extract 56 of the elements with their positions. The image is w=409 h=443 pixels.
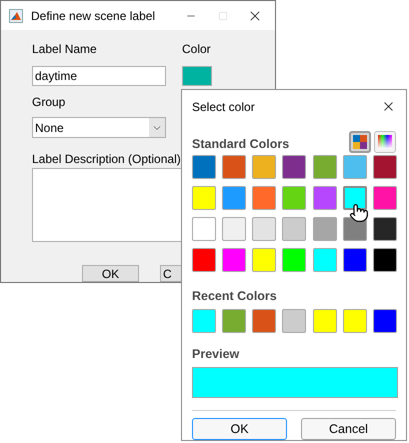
color-swatch[interactable]	[372, 309, 397, 334]
field-label: Label Description (Optional)	[32, 151, 181, 168]
color-swatch[interactable]	[312, 155, 337, 180]
mode-button[interactable]	[374, 131, 396, 154]
color-swatch[interactable]	[192, 309, 216, 334]
color-swatch[interactable]	[222, 186, 246, 210]
field-label: Label Name	[32, 41, 98, 58]
color-swatch[interactable]	[252, 186, 276, 210]
mode-button[interactable]	[349, 131, 371, 154]
color-swatch[interactable]	[222, 309, 246, 334]
color-swatch[interactable]	[372, 186, 397, 210]
hand-cursor-icon	[349, 203, 369, 223]
color-swatch[interactable]	[252, 248, 276, 272]
color-swatch[interactable]	[282, 248, 306, 272]
color-swatch[interactable]	[282, 309, 306, 334]
field-label: Color	[182, 41, 212, 58]
color-swatch[interactable]	[312, 309, 337, 334]
color-swatch[interactable]	[342, 309, 367, 334]
field-label: Group	[32, 94, 66, 112]
dialog-button[interactable]: Cancel	[301, 418, 396, 440]
color-swatch[interactable]	[282, 217, 306, 242]
color-swatch[interactable]	[192, 217, 216, 242]
color-swatch[interactable]	[372, 155, 397, 180]
color-swatch[interactable]	[252, 155, 276, 180]
color-swatch[interactable]	[252, 309, 276, 334]
dialog-button[interactable]: OK	[82, 265, 139, 282]
app-icon	[9, 8, 23, 23]
color-swatch[interactable]	[312, 186, 337, 210]
color-button[interactable]	[182, 66, 212, 86]
color-swatch[interactable]	[192, 186, 216, 210]
section-label: Standard Colors	[192, 136, 290, 153]
color-swatch[interactable]	[282, 155, 306, 180]
color-swatch[interactable]	[342, 248, 367, 272]
color-swatch[interactable]	[252, 217, 276, 242]
color-swatch[interactable]	[342, 186, 367, 210]
label-name-field[interactable]: daytime	[32, 66, 166, 86]
section-label: Recent Colors	[192, 288, 278, 306]
dialog-button[interactable]: OK	[192, 418, 287, 440]
spectrum-icon	[378, 135, 392, 150]
window-title: Select color	[192, 98, 256, 116]
color-swatch[interactable]	[222, 155, 246, 180]
color-swatch[interactable]	[312, 217, 337, 242]
color-swatch[interactable]	[192, 248, 216, 272]
maximize-icon	[218, 10, 228, 21]
swatches-icon	[353, 135, 367, 150]
group-dropdown[interactable]: None	[32, 117, 166, 138]
color-swatch[interactable]	[282, 186, 306, 210]
color-swatch[interactable]	[342, 155, 367, 180]
color-swatch[interactable]	[222, 217, 246, 242]
color-swatch[interactable]	[372, 248, 397, 272]
window-title: Define new scene label	[31, 8, 156, 25]
color-swatch[interactable]	[312, 248, 337, 272]
color-swatch[interactable]	[192, 155, 216, 180]
color-swatch[interactable]	[222, 248, 246, 272]
section-label: Preview	[192, 346, 240, 364]
color-swatch[interactable]	[372, 217, 397, 242]
